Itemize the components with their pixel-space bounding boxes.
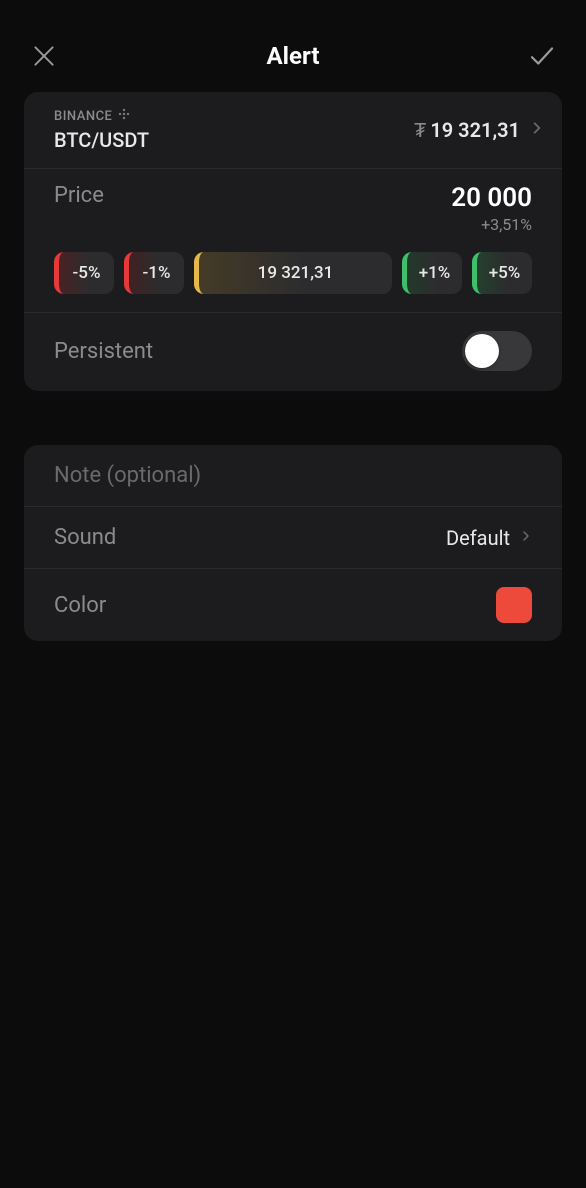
price-label: Price xyxy=(54,183,104,208)
chip-minus-5[interactable]: -5% xyxy=(54,252,114,294)
switch-thumb xyxy=(465,334,499,368)
price-chips-row: -5% -1% 19 321,31 +1% +5% xyxy=(24,240,562,313)
persistent-label: Persistent xyxy=(54,339,153,364)
chip-current-price[interactable]: 19 321,31 xyxy=(194,252,392,294)
pair-label: BTC/USDT xyxy=(54,128,149,152)
chip-plus-5[interactable]: +5% xyxy=(472,252,532,294)
sound-label: Sound xyxy=(54,525,116,550)
chip-plus-1[interactable]: +1% xyxy=(402,252,462,294)
price-row[interactable]: Price 20 000 +3,51% xyxy=(24,169,562,240)
alert-config-card: BINANCE BTC/USDT ₮ xyxy=(24,92,562,391)
price-target: 20 000 xyxy=(451,183,532,213)
note-row[interactable]: Note (optional) xyxy=(24,445,562,507)
chevron-right-icon xyxy=(520,526,532,550)
currency-symbol: ₮ xyxy=(414,118,426,143)
page-title: Alert xyxy=(267,42,320,70)
extras-card: Note (optional) Sound Default Color xyxy=(24,445,562,641)
exchange-label: BINANCE xyxy=(54,109,112,124)
binance-icon xyxy=(118,108,130,124)
persistent-row: Persistent xyxy=(24,313,562,391)
price-pct-change: +3,51% xyxy=(481,215,532,234)
chevron-right-icon xyxy=(530,118,544,142)
color-label: Color xyxy=(54,593,106,618)
note-input[interactable]: Note (optional) xyxy=(54,463,201,488)
sound-row[interactable]: Sound Default xyxy=(24,507,562,569)
symbol-row[interactable]: BINANCE BTC/USDT ₮ xyxy=(24,92,562,169)
color-swatch[interactable] xyxy=(496,587,532,623)
confirm-icon[interactable] xyxy=(526,40,558,72)
persistent-toggle[interactable] xyxy=(462,331,532,371)
chip-minus-1[interactable]: -1% xyxy=(124,252,184,294)
close-icon[interactable] xyxy=(28,40,60,72)
sound-value: Default xyxy=(446,526,510,550)
color-row[interactable]: Color xyxy=(24,569,562,641)
current-price: 19 321,31 xyxy=(430,118,520,142)
